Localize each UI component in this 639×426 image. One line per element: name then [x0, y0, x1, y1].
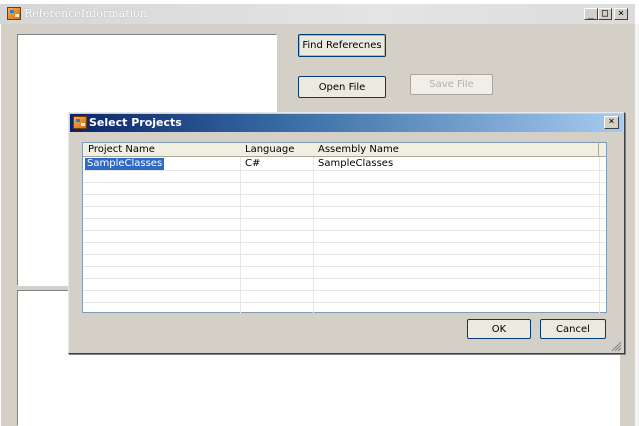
grid-row-line [83, 206, 606, 207]
grid-row-line [83, 254, 606, 255]
maximize-button[interactable]: □ [598, 8, 612, 20]
grid-row-line [83, 290, 606, 291]
dialog-title: Select Projects [89, 116, 182, 129]
column-header-assembly-name[interactable]: Assembly Name [313, 143, 599, 157]
main-window-title: ReferenceInformation [24, 7, 147, 20]
grid-row-line [83, 170, 606, 171]
grid-row-line [83, 242, 606, 243]
grid-row-line [83, 218, 606, 219]
close-button[interactable]: × [614, 8, 628, 20]
cancel-button[interactable]: Cancel [540, 319, 606, 339]
find-references-button[interactable]: Find Referecnes [298, 34, 386, 57]
resize-grip-icon[interactable] [610, 340, 622, 352]
grid-row-line [83, 194, 606, 195]
column-header-project-name[interactable]: Project Name [83, 143, 241, 157]
cell-project-name[interactable]: SampleClasses [85, 158, 165, 170]
minimize-button[interactable]: _ [584, 8, 598, 20]
grid-row-line [83, 230, 606, 231]
column-header-filler [599, 143, 606, 157]
grid-row-line [83, 266, 606, 267]
ok-button[interactable]: OK [467, 319, 531, 339]
cell-assembly-name[interactable]: SampleClasses [318, 158, 393, 170]
save-file-button[interactable]: Save File [410, 74, 493, 95]
app-icon [7, 7, 21, 20]
cell-language[interactable]: C# [245, 158, 260, 170]
dialog-close-button[interactable]: × [604, 116, 619, 129]
dialog-app-icon [73, 116, 87, 129]
open-file-button[interactable]: Open File [298, 76, 386, 98]
grid-row-line [83, 182, 606, 183]
grid-row-line [83, 302, 606, 303]
column-header-language[interactable]: Language [240, 143, 314, 157]
grid-row-line [83, 278, 606, 279]
